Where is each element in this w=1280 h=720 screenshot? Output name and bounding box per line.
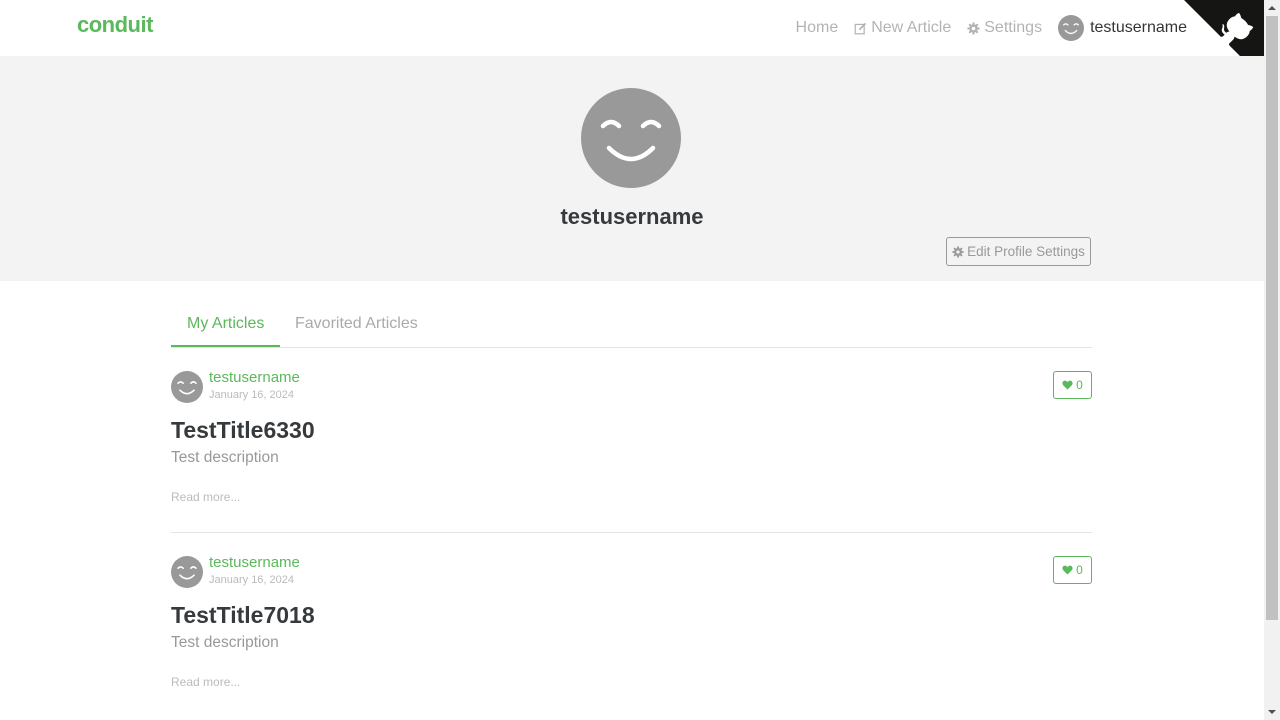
brand-logo[interactable]: conduit	[77, 12, 153, 38]
author-link[interactable]: testusername	[209, 554, 300, 571]
author-link[interactable]: testusername	[209, 369, 300, 386]
edit-profile-label: Edit Profile Settings	[967, 244, 1085, 259]
article-title[interactable]: TestTitle7018	[171, 602, 315, 629]
heart-icon	[1062, 565, 1073, 575]
heart-icon	[1062, 380, 1073, 390]
favorite-count: 0	[1076, 378, 1083, 392]
edit-profile-settings-button[interactable]: Edit Profile Settings	[946, 237, 1091, 266]
nav-profile-link[interactable]: testusername	[1058, 15, 1187, 41]
nav-links: Home New Article Settings testusername	[796, 0, 1187, 56]
article-preview: testusername January 16, 2024 0 TestTitl…	[171, 369, 1092, 511]
read-more-link[interactable]: Read more...	[171, 490, 240, 504]
author-avatar[interactable]	[171, 556, 203, 588]
nav-settings-link[interactable]: Settings	[967, 19, 1042, 37]
nav-new-article-label: New Article	[871, 19, 952, 36]
profile-username: testusername	[560, 204, 704, 229]
article-description: Test description	[171, 634, 279, 651]
article-date: January 16, 2024	[209, 389, 295, 401]
article-date: January 16, 2024	[209, 574, 295, 586]
article-toggle-tabs: My Articles Favorited Articles	[171, 310, 1092, 348]
article-preview: testusername January 16, 2024 0 TestTitl…	[171, 554, 1092, 696]
favorite-button[interactable]: 0	[1053, 371, 1092, 399]
nav-settings-label: Settings	[984, 19, 1043, 36]
navbar: conduit Home New Article Settings testus…	[0, 0, 1264, 56]
nav-new-article-link[interactable]: New Article	[854, 19, 951, 37]
favorite-count: 0	[1076, 563, 1083, 577]
read-more-link[interactable]: Read more...	[171, 675, 240, 689]
user-avatar-icon	[1058, 15, 1085, 41]
scroll-up-arrow-icon[interactable]	[1264, 0, 1280, 16]
article-description: Test description	[171, 449, 279, 466]
edit-icon	[854, 22, 867, 34]
vertical-scrollbar[interactable]	[1264, 0, 1280, 720]
gear-icon	[952, 245, 964, 258]
nav-home-link[interactable]: Home	[796, 19, 839, 37]
profile-banner: testusername Edit Profile Settings	[0, 56, 1264, 281]
scroll-down-arrow-icon[interactable]	[1264, 704, 1280, 720]
nav-username: testusername	[1090, 19, 1187, 36]
article-divider	[171, 532, 1092, 533]
author-avatar[interactable]	[171, 371, 203, 403]
profile-avatar	[581, 88, 681, 188]
article-title[interactable]: TestTitle6330	[171, 417, 315, 444]
tab-favorited-articles[interactable]: Favorited Articles	[279, 310, 434, 347]
tab-my-articles[interactable]: My Articles	[171, 310, 281, 347]
scrollbar-thumb[interactable]	[1266, 16, 1278, 620]
nav-home-label: Home	[795, 19, 839, 36]
favorite-button[interactable]: 0	[1053, 556, 1092, 584]
gear-icon	[967, 21, 980, 35]
